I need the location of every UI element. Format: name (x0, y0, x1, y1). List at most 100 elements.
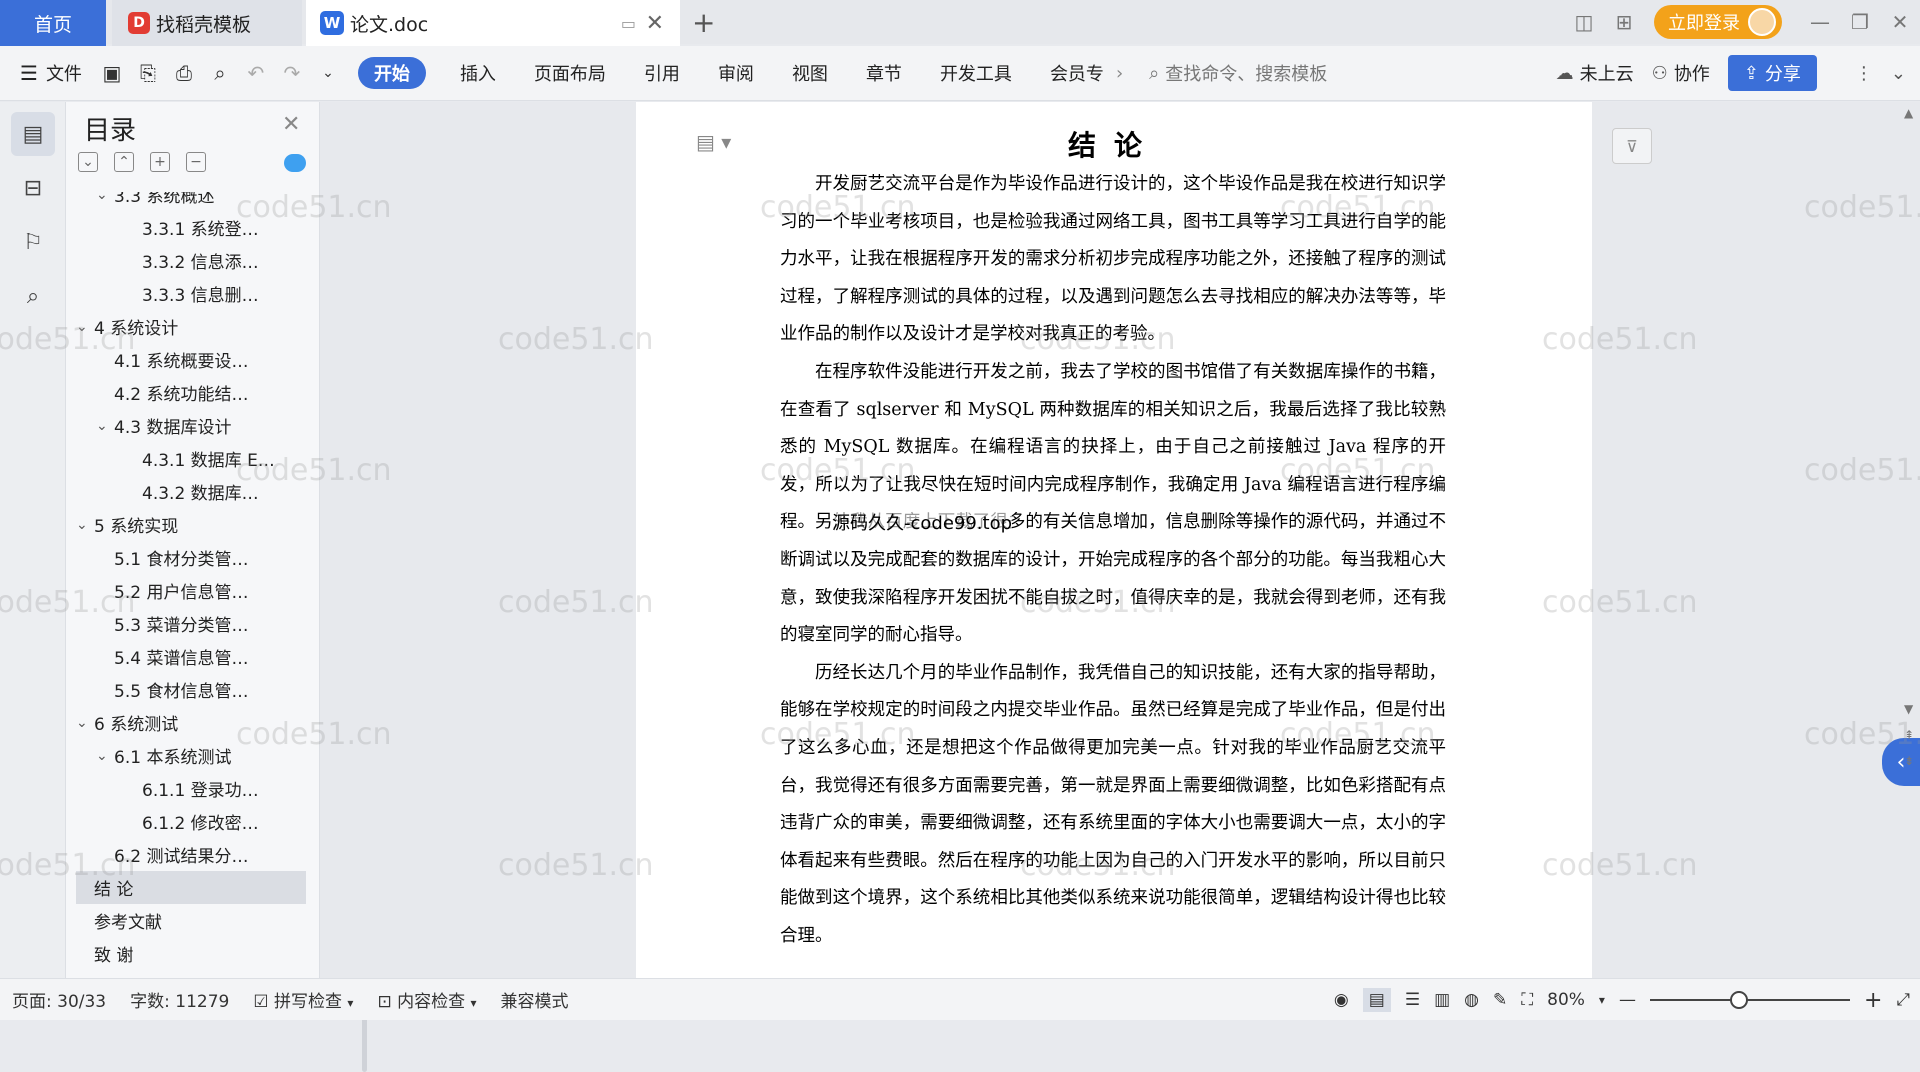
toc-item[interactable]: ⌄ 6 系统测试 (76, 706, 306, 739)
toc-item[interactable]: ⌄ 5 系统实现 (76, 508, 306, 541)
tab-member[interactable]: 会员专 (1038, 57, 1116, 89)
file-menu-button[interactable]: ☰ 文件 (0, 57, 94, 89)
word-count[interactable]: 字数: 11279 (118, 987, 241, 1012)
chevron-down-icon[interactable]: ⌄ (76, 715, 94, 731)
tab-home[interactable]: 首页 (0, 0, 106, 46)
command-search[interactable]: ⌕ 查找命令、搜索模板 (1139, 60, 1337, 86)
toc-item[interactable]: 5.1 食材分类管… (76, 541, 306, 574)
toc-item[interactable]: 5.4 菜谱信息管… (76, 640, 306, 673)
read-view-icon[interactable]: ▥ (1434, 990, 1450, 1010)
remove-heading-icon[interactable]: − (186, 152, 206, 172)
toc-item[interactable]: 致 谢 (76, 937, 306, 970)
chevron-down-icon[interactable]: ⌄ (76, 517, 94, 533)
toc-item[interactable]: 6.2 测试结果分… (76, 838, 306, 871)
chevron-down-icon[interactable]: ⌄ (96, 748, 114, 764)
tab-home-ribbon[interactable]: 开始 (357, 57, 426, 89)
zoom-out-icon[interactable]: — (1619, 990, 1636, 1010)
apps-grid-icon[interactable]: ⊞ (1604, 10, 1644, 34)
chevron-down-icon[interactable]: ⌄ (96, 418, 114, 434)
more-icon[interactable]: ⋮ (1855, 63, 1873, 84)
toc-item[interactable]: 参考文献 (76, 904, 306, 937)
chevron-down-icon[interactable]: ⌄ (76, 319, 94, 335)
toc-item[interactable]: 4.3.2 数据库… (76, 475, 306, 508)
tab-review[interactable]: 审阅 (706, 57, 766, 89)
toc-item[interactable]: 6.1.2 修改密… (76, 805, 306, 838)
chapter-nav-icon[interactable]: ⊟ (11, 166, 55, 210)
outline-view-icon[interactable]: ☰ (1405, 990, 1420, 1010)
tab-view[interactable]: 视图 (780, 57, 840, 89)
toc-item[interactable]: 5.5 食材信息管… (76, 673, 306, 706)
content-check-button[interactable]: ⊡ 内容检查 ▾ (365, 987, 488, 1012)
share-button[interactable]: ⇪ 分享 (1727, 55, 1817, 91)
export-pdf-icon[interactable]: ⎘ (130, 57, 166, 89)
toc-item[interactable]: 4.2 系统功能结… (76, 376, 306, 409)
zoom-slider[interactable] (1649, 991, 1850, 1009)
toc-item[interactable]: 4.1 系统概要设… (76, 343, 306, 376)
undo-icon[interactable]: ↶ (238, 57, 274, 89)
print-icon[interactable]: ⎙ (166, 57, 202, 89)
add-heading-icon[interactable]: + (150, 152, 170, 172)
layout-icon[interactable]: ◫ (1564, 10, 1604, 34)
monitor-icon[interactable]: ▭ (621, 14, 636, 33)
save-icon[interactable]: ▣ (94, 57, 130, 89)
document-body[interactable]: 开发厨艺交流平台是作为毕设作品进行设计的，这个毕设作品是我在校进行知识学习的一个… (780, 166, 1446, 955)
page-up-icon[interactable]: ⇞ (1904, 728, 1914, 742)
chevron-down-icon[interactable]: ⌄ (96, 192, 114, 203)
toc-item[interactable]: 5.3 菜谱分类管… (76, 607, 306, 640)
close-icon[interactable]: ✕ (282, 112, 300, 137)
eye-protect-icon[interactable]: ◉ (1334, 990, 1349, 1010)
toc-item[interactable]: 3.3.1 系统登… (76, 211, 306, 244)
zoom-level[interactable]: 80% (1547, 990, 1585, 1010)
bookmark-icon[interactable]: ⚐ (11, 220, 55, 264)
toc-item[interactable]: 5.2 用户信息管… (76, 574, 306, 607)
spell-check-button[interactable]: ☑ 拼写检查 ▾ (241, 987, 365, 1012)
close-tab-icon[interactable]: ✕ (646, 11, 664, 36)
side-toggle-button[interactable]: ⊽ (1612, 128, 1652, 164)
zoom-knob[interactable] (1729, 991, 1748, 1009)
toc-item[interactable]: 3.3.2 信息添… (76, 244, 306, 277)
toc-item[interactable]: ⌄ 4.3 数据库设计 (76, 409, 306, 442)
expand-all-icon[interactable]: ⌃ (114, 152, 134, 172)
fit-page-icon[interactable]: ⛶ (1521, 990, 1533, 1010)
zoom-in-icon[interactable]: + (1864, 988, 1882, 1013)
write-mode-icon[interactable]: ✎ (1493, 990, 1507, 1010)
scroll-down-icon[interactable]: ▼ (1904, 702, 1913, 716)
scroll-up-icon[interactable]: ▲ (1904, 106, 1913, 120)
page-view-icon[interactable]: ▤ (1362, 988, 1391, 1012)
cloud-status-button[interactable]: ☁ 未上云 (1556, 57, 1634, 89)
minimize-icon[interactable]: — (1800, 10, 1840, 34)
toc-item[interactable]: 3.3.3 信息删… (76, 277, 306, 310)
tab-insert[interactable]: 插入 (448, 57, 508, 89)
chevron-down-icon[interactable]: ⌄ (310, 57, 346, 89)
web-view-icon[interactable]: ◍ (1464, 990, 1479, 1010)
find-icon[interactable]: ⌕ (11, 274, 55, 318)
new-tab-button[interactable]: + (692, 6, 715, 39)
tab-chapter[interactable]: 章节 (854, 57, 914, 89)
tab-page-layout[interactable]: 页面布局 (522, 57, 618, 89)
tab-references[interactable]: 引用 (632, 57, 692, 89)
tab-daoke-templates[interactable]: D 找稻壳模板 (112, 0, 302, 46)
chevron-down-icon[interactable]: ⌄ (1891, 63, 1906, 84)
collapse-all-icon[interactable]: ⌄ (78, 152, 98, 172)
document-page[interactable]: ▤ ▾ 结论 开发厨艺交流平台是作为毕设作品进行设计的，这个毕设作品是我在校进行… (636, 102, 1592, 978)
page-count[interactable]: 页面: 30/33 (0, 987, 118, 1012)
ai-assistant-icon[interactable] (284, 154, 306, 172)
vertical-scrollbar[interactable]: ▲ ▼ ⇞ ⇟ (1904, 102, 1918, 978)
login-button[interactable]: 立即登录 (1654, 5, 1782, 39)
toc-item[interactable]: ⌄ 4 系统设计 (76, 310, 306, 343)
toc-item[interactable]: ⌄ 3.3 系统概述 (76, 192, 306, 211)
redo-icon[interactable]: ↷ (274, 57, 310, 89)
page-down-icon[interactable]: ⇟ (1904, 754, 1914, 768)
fullscreen-icon[interactable]: ⤢ (1896, 990, 1910, 1010)
tab-document[interactable]: W 论文.doc ▭ ✕ (306, 0, 680, 46)
tab-developer[interactable]: 开发工具 (928, 57, 1024, 89)
collab-button[interactable]: ⚇ 协作 (1652, 57, 1710, 89)
toc-item[interactable]: 结 论 (76, 871, 306, 904)
toc-item[interactable]: 6.1.1 登录功… (76, 772, 306, 805)
restore-icon[interactable]: ❐ (1840, 10, 1880, 34)
close-window-icon[interactable]: ✕ (1880, 10, 1920, 34)
chevron-down-icon[interactable]: ▾ (1599, 993, 1605, 1007)
chevron-right-icon[interactable]: › (1116, 63, 1123, 84)
toc-item[interactable]: ⌄ 6.1 本系统测试 (76, 739, 306, 772)
toc-item[interactable]: 4.3.1 数据库 E… (76, 442, 306, 475)
